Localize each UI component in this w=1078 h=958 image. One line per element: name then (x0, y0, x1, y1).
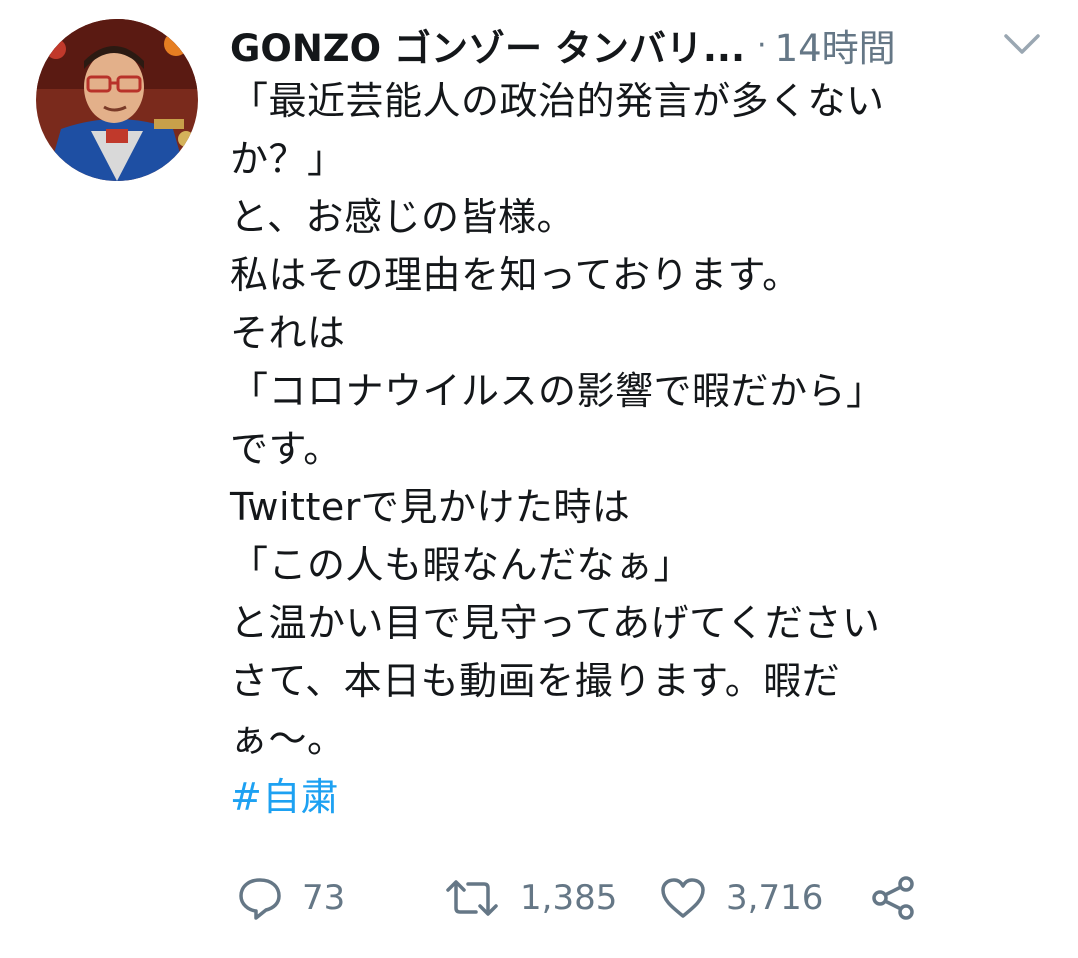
tweet-line: さて、本日も動画を撮ります。暇だ (230, 659, 841, 703)
retweet-count: 1,385 (520, 878, 618, 918)
tweet-line: 「最近芸能人の政治的発言が多くない (230, 79, 885, 123)
retweet-button[interactable]: 1,385 (442, 874, 658, 922)
reply-count: 73 (302, 878, 346, 918)
like-icon (658, 874, 708, 922)
tweet-header: GONZO ゴンゾー タンバリ... · 14時間 (230, 20, 896, 70)
tweet-line: 「この人も暇なんだなぁ」 (230, 543, 693, 587)
tweet-line: それは (230, 311, 346, 355)
share-button[interactable] (868, 873, 918, 923)
like-button[interactable]: 3,716 (658, 874, 868, 922)
tweet-actions: 73 1,385 3,716 (236, 870, 918, 926)
tweet-line: です。 (230, 427, 342, 471)
tweet-line: 私はその理由を知っております。 (230, 253, 801, 297)
chevron-down-icon[interactable] (1000, 26, 1044, 62)
hashtag-link[interactable]: #自粛 (230, 768, 1020, 826)
timestamp[interactable]: 14時間 (775, 18, 896, 72)
avatar[interactable] (36, 19, 198, 181)
tweet-line: か？」 (230, 137, 346, 181)
reply-icon (236, 874, 284, 922)
retweet-icon (442, 874, 502, 922)
tweet-line: ぁ〜。 (230, 717, 346, 761)
tweet-line: と、お感じの皆様。 (230, 195, 575, 239)
author-name[interactable]: GONZO ゴンゾー タンバリ... (230, 18, 745, 72)
like-count: 3,716 (726, 878, 824, 918)
tweet-text: 「最近芸能人の政治的発言が多くない か？」 と、お感じの皆様。 私はその理由を知… (230, 72, 1020, 826)
share-icon (868, 873, 918, 923)
avatar-image (36, 19, 198, 181)
tweet-line: と温かい目で見守ってあげてください (230, 601, 881, 645)
separator-dot: · (757, 27, 767, 63)
tweet-line: Twitterで見かけた時は (230, 485, 631, 529)
reply-button[interactable]: 73 (236, 874, 442, 922)
tweet-line: 「コロナウイルスの影響で暇だから」 (230, 369, 885, 413)
